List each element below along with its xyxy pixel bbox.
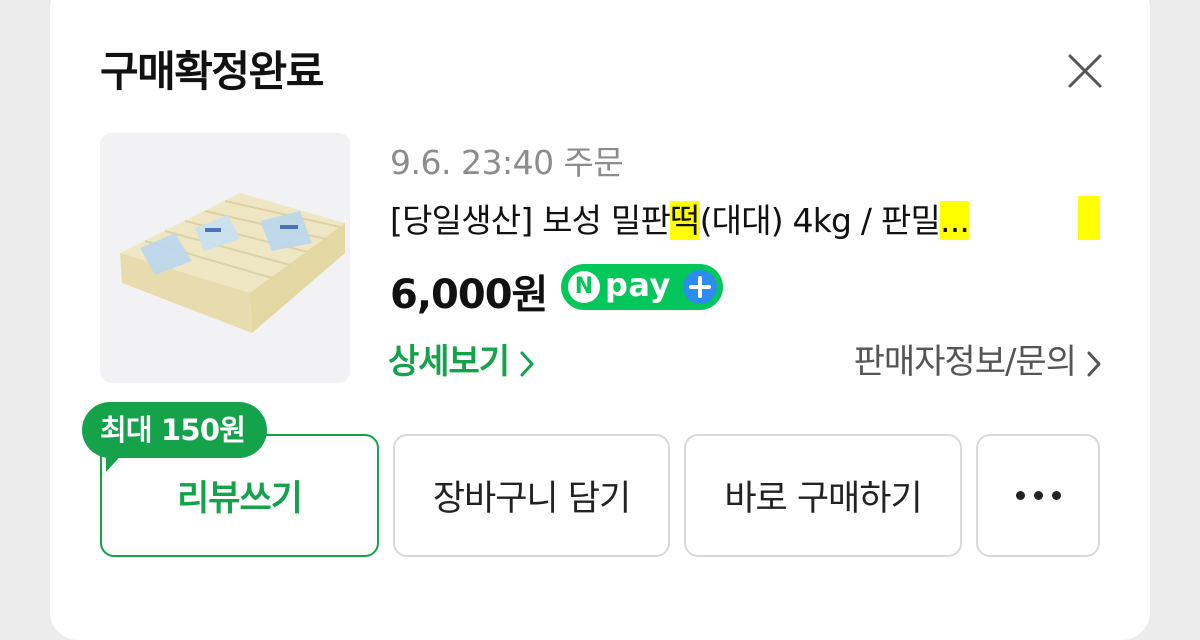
- highlight-mark: [1078, 196, 1100, 240]
- view-details-label: 상세보기: [388, 342, 510, 382]
- npay-label: pay: [605, 266, 671, 304]
- add-to-cart-button[interactable]: 장바구니 담기: [393, 434, 670, 557]
- product-thumbnail[interactable]: [100, 133, 350, 383]
- review-reward-badge: 최대 150원: [82, 402, 268, 458]
- close-icon: [1068, 54, 1102, 88]
- product-name-prefix: [당일생산] 보성 밀판: [390, 201, 671, 240]
- chevron-right-icon: [1087, 351, 1101, 376]
- add-to-cart-label: 장바구니 담기: [432, 479, 631, 519]
- plus-icon: [683, 270, 717, 304]
- write-review-label: 리뷰쓰기: [177, 479, 303, 519]
- order-date: 9.6. 23:40 주문: [390, 143, 624, 182]
- product-name-ellipsis: ...: [940, 201, 970, 240]
- chevron-right-icon: [520, 351, 534, 376]
- dialog-title: 구매확정완료: [100, 47, 324, 96]
- seller-info-link[interactable]: 판매자정보/문의: [854, 334, 1102, 383]
- more-dots-icon: [1015, 491, 1061, 500]
- view-details-link[interactable]: 상세보기: [388, 334, 535, 383]
- product-name-highlight: 떡: [670, 201, 700, 240]
- npay-plus-badge: N pay: [561, 264, 723, 310]
- more-options-button[interactable]: [976, 434, 1100, 557]
- buy-now-button[interactable]: 바로 구매하기: [684, 434, 962, 557]
- product-name[interactable]: [당일생산] 보성 밀판떡(대대) 4kg / 판밀...: [390, 194, 1100, 246]
- rice-cake-product-image: [100, 133, 350, 383]
- product-name-suffix: (대대) 4kg / 판밀: [699, 201, 941, 240]
- naver-n-icon: N: [568, 271, 600, 303]
- close-button[interactable]: [1066, 52, 1104, 90]
- buy-now-label: 바로 구매하기: [724, 479, 922, 519]
- product-price: 6,000원: [390, 272, 548, 318]
- seller-info-label: 판매자정보/문의: [853, 342, 1077, 382]
